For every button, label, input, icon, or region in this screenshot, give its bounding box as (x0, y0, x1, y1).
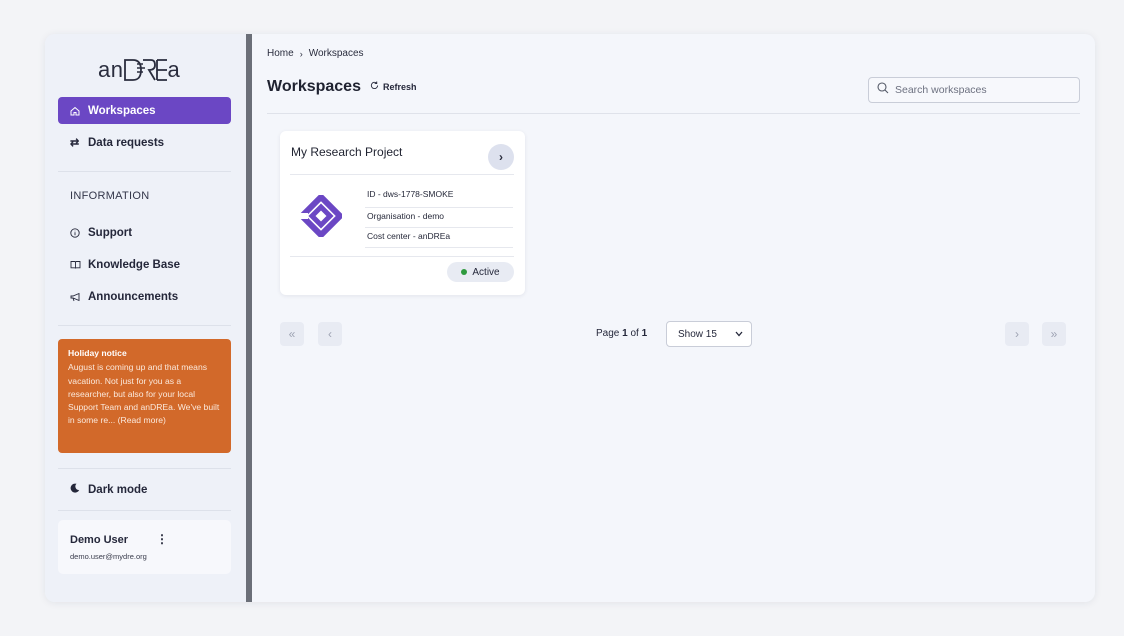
dark-mode-toggle[interactable]: Dark mode (70, 483, 147, 496)
user-name: Demo User (70, 534, 129, 546)
page-title: Workspaces (267, 78, 361, 95)
card-divider (290, 174, 514, 175)
refresh-label: Refresh (383, 81, 417, 92)
workspace-id: ID - dws-1778-SMOKE (367, 189, 454, 199)
dark-mode-label: Dark mode (88, 483, 148, 496)
main-content: Home › Workspaces Workspaces Refresh My … (252, 34, 1095, 602)
sidebar-item-label: Announcements (88, 290, 179, 303)
chevron-right-icon: › (299, 48, 303, 59)
next-page-button[interactable]: › (1005, 322, 1029, 346)
status-dot-icon (461, 269, 468, 275)
section-title-information: INFORMATION (70, 190, 150, 202)
page-size-label: Show 15 (678, 328, 717, 340)
workspace-card[interactable]: My Research Project › ID - dws-1778-SMOK… (280, 131, 525, 295)
notice-body: August is coming up and that means vacat… (68, 362, 220, 426)
logo-text: an (98, 57, 124, 82)
meta-divider (365, 227, 513, 228)
breadcrumb-home[interactable]: Home (267, 48, 294, 59)
divider (58, 171, 231, 172)
logo-mark-icon (124, 59, 168, 81)
sidebar-item-workspaces[interactable]: Workspaces (58, 97, 231, 124)
refresh-button[interactable]: Refresh (370, 81, 417, 92)
page-of-label: of (627, 328, 642, 339)
sidebar-item-label: Workspaces (88, 104, 156, 117)
divider (58, 510, 231, 511)
sidebar-item-label: Support (88, 226, 133, 239)
header-divider (267, 113, 1080, 114)
sidebar-item-knowledge-base[interactable]: Knowledge Base (58, 251, 231, 278)
workspace-cost-center: Cost center - anDREa (367, 231, 451, 241)
sidebar-item-support[interactable]: Support (58, 219, 231, 246)
user-email: demo.user@mydre.org (70, 552, 147, 561)
divider (58, 325, 231, 326)
card-divider (290, 256, 514, 257)
andrea-logo[interactable]: an a (98, 54, 180, 86)
app-window: an a Workspaces ⇄ Data requests INFORMAT… (45, 34, 1095, 602)
book-icon (70, 260, 88, 270)
chevron-right-icon: › (1015, 327, 1019, 341)
total-pages: 1 (641, 328, 648, 339)
double-chevron-left-icon: « (288, 327, 296, 341)
workspace-logo-icon (297, 192, 345, 242)
sidebar-item-announcements[interactable]: Announcements (58, 283, 231, 310)
swap-arrows-icon: ⇄ (70, 137, 80, 149)
page-size-select[interactable]: Show 15 (666, 321, 752, 347)
search-box[interactable] (868, 77, 1080, 103)
workspace-title: My Research Project (291, 145, 403, 159)
megaphone-icon (70, 292, 88, 302)
user-menu-icon[interactable]: ⋮ (156, 532, 168, 546)
logo-suffix: a (167, 57, 181, 82)
divider (58, 468, 231, 469)
page-prefix: Page (596, 328, 623, 339)
sidebar: an a Workspaces ⇄ Data requests INFORMAT… (45, 34, 246, 602)
chevron-down-icon (735, 329, 743, 340)
refresh-icon (370, 81, 379, 92)
sidebar-item-label: Data requests (88, 136, 165, 149)
previous-page-button[interactable]: ‹ (318, 322, 342, 346)
home-icon (70, 106, 88, 116)
chevron-right-icon: › (499, 150, 503, 164)
search-icon (877, 81, 889, 99)
open-workspace-button[interactable]: › (488, 144, 514, 170)
breadcrumb: Home › Workspaces (267, 48, 364, 59)
search-input[interactable] (895, 84, 1075, 96)
holiday-notice[interactable]: Holiday notice August is coming up and t… (58, 339, 231, 453)
user-card: Demo User ⋮ demo.user@mydre.org (58, 520, 231, 574)
sidebar-item-data-requests[interactable]: ⇄ Data requests (58, 129, 231, 156)
meta-divider (365, 207, 513, 208)
last-page-button[interactable]: » (1042, 322, 1066, 346)
page-indicator: Page 1 of 1 (596, 328, 647, 339)
double-chevron-right-icon: » (1050, 327, 1058, 341)
info-icon (70, 227, 88, 238)
moon-icon (70, 483, 80, 496)
status-badge: Active (447, 262, 514, 282)
chevron-left-icon: ‹ (328, 327, 332, 341)
sidebar-item-label: Knowledge Base (88, 258, 181, 271)
workspace-organisation: Organisation - demo (367, 211, 445, 221)
meta-divider (365, 247, 513, 248)
status-label: Active (472, 266, 500, 278)
notice-title: Holiday notice (68, 348, 127, 358)
breadcrumb-workspaces: Workspaces (308, 48, 364, 59)
first-page-button[interactable]: « (280, 322, 304, 346)
